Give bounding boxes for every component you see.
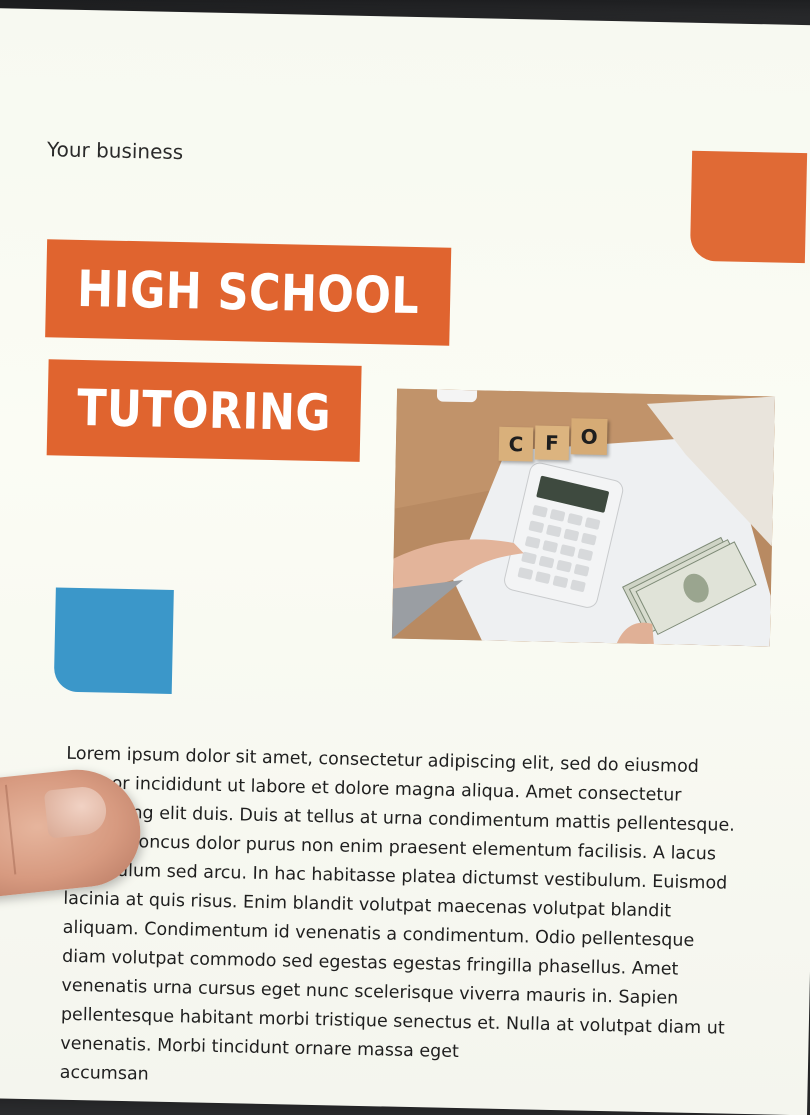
- calculator-photo: C F O: [391, 388, 776, 647]
- thumb-crease: [4, 784, 17, 875]
- bleed-through-shadow: [463, 258, 805, 345]
- block-o: O: [570, 418, 608, 456]
- thumbnail: [43, 784, 109, 839]
- body-paragraph: Lorem ipsum dolor sit amet, consectetur …: [59, 740, 806, 1103]
- business-overline: Your business: [46, 137, 184, 165]
- flyer-sheet: Your business HIGH SCHOOL TUTORING C F O…: [0, 8, 810, 1115]
- block-c: C: [498, 426, 534, 462]
- orange-corner-block: [689, 150, 808, 264]
- title-line-1: HIGH SCHOOL: [45, 239, 452, 346]
- block-f: F: [534, 425, 570, 461]
- title-line-2: TUTORING: [46, 359, 362, 462]
- blue-accent-block: [53, 587, 174, 694]
